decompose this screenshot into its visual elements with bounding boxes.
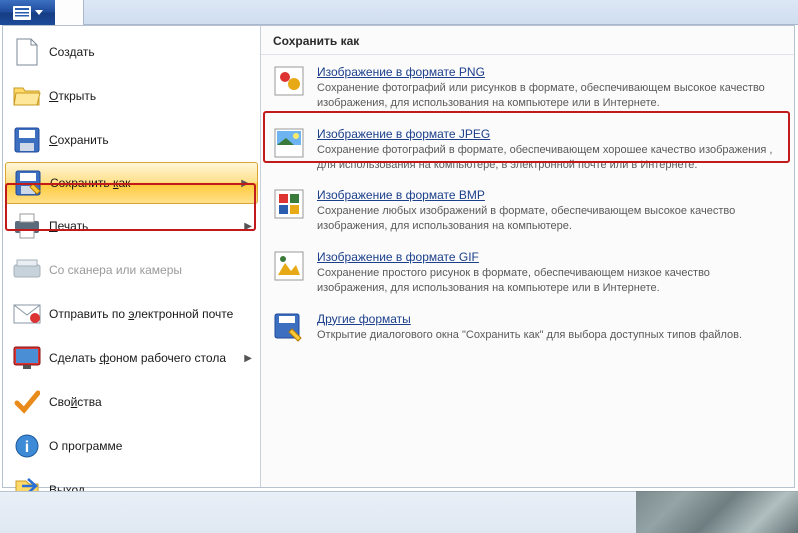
menu-item-properties[interactable]: Свойства <box>3 380 260 424</box>
gif-icon <box>273 250 305 282</box>
submenu-item-jpeg[interactable]: Изображение в формате JPEG Сохранение фо… <box>267 121 788 183</box>
submenu-item-title: Изображение в формате PNG <box>317 65 782 79</box>
menu-item-label: Сохранить <box>49 133 252 147</box>
chevron-right-icon: ▶ <box>244 353 252 364</box>
email-icon <box>13 300 41 328</box>
submenu-item-gif[interactable]: Изображение в формате GIF Сохранение про… <box>267 244 788 306</box>
menu-item-save-as[interactable]: Сохранить как ▶ <box>5 162 258 204</box>
menu-item-about[interactable]: i О программе <box>3 424 260 468</box>
menu-item-send-email[interactable]: Отправить по электронной почте <box>3 292 260 336</box>
menu-item-save[interactable]: Сохранить <box>3 118 260 162</box>
submenu-item-desc: Открытие диалогового окна "Сохранить как… <box>317 328 782 343</box>
ribbon-tab-home[interactable] <box>55 0 84 25</box>
chevron-right-icon: ▶ <box>241 178 249 189</box>
submenu-item-desc: Сохранение простого рисунок в формате, о… <box>317 266 782 296</box>
submenu-item-title: Другие форматы <box>317 312 782 326</box>
submenu-item-png[interactable]: Изображение в формате PNG Сохранение фот… <box>267 59 788 121</box>
menu-item-label: Сделать фоном рабочего стола <box>49 351 244 365</box>
desktop-icon <box>13 344 41 372</box>
app-menu-dropdown: Создать Открыть Сохранить Сохранить как … <box>2 25 795 488</box>
chevron-down-icon <box>35 10 43 16</box>
menu-item-label: Свойства <box>49 395 252 409</box>
menu-item-label: Сохранить как <box>50 176 241 190</box>
save-icon <box>13 126 41 154</box>
canvas-preview <box>636 491 798 533</box>
submenu-list: Изображение в формате PNG Сохранение фот… <box>261 55 794 358</box>
menu-item-label: Отправить по электронной почте <box>49 307 252 321</box>
new-document-icon <box>13 38 41 66</box>
menu-item-label: Создать <box>49 45 252 59</box>
svg-text:i: i <box>25 439 29 456</box>
menu-item-label: Со сканера или камеры <box>49 263 252 277</box>
submenu-item-other[interactable]: Другие форматы Открытие диалогового окна… <box>267 306 788 354</box>
jpeg-icon <box>273 127 305 159</box>
menu-item-wallpaper[interactable]: Сделать фоном рабочего стола ▶ <box>3 336 260 380</box>
chevron-right-icon: ▶ <box>244 221 252 232</box>
submenu-item-title: Изображение в формате BMP <box>317 188 782 202</box>
submenu-item-bmp[interactable]: Изображение в формате BMP Сохранение люб… <box>267 182 788 244</box>
menu-item-open[interactable]: Открыть <box>3 74 260 118</box>
menu-item-print[interactable]: Печать ▶ <box>3 204 260 248</box>
submenu-item-desc: Сохранение фотографий или рисунков в фор… <box>317 81 782 111</box>
scanner-icon <box>13 256 41 284</box>
menu-item-label: О программе <box>49 439 252 453</box>
menu-item-create[interactable]: Создать <box>3 30 260 74</box>
png-icon <box>273 65 305 97</box>
menu-item-label: Открыть <box>49 89 252 103</box>
menu-left-pane: Создать Открыть Сохранить Сохранить как … <box>3 26 261 487</box>
submenu-item-title: Изображение в формате GIF <box>317 250 782 264</box>
folder-open-icon <box>13 82 41 110</box>
checkmark-icon <box>13 388 41 416</box>
menu-item-scanner: Со сканера или камеры <box>3 248 260 292</box>
menu-item-label: Печать <box>49 219 244 233</box>
bmp-icon <box>273 188 305 220</box>
status-bar <box>0 491 798 533</box>
printer-icon <box>13 212 41 240</box>
document-icon <box>13 6 31 20</box>
submenu-pane: Сохранить как Изображение в формате PNG … <box>261 26 794 487</box>
app-menu-button[interactable] <box>0 0 55 25</box>
submenu-item-title: Изображение в формате JPEG <box>317 127 782 141</box>
info-icon: i <box>13 432 41 460</box>
submenu-item-desc: Сохранение любых изображений в формате, … <box>317 204 782 234</box>
save-as-icon <box>14 169 42 197</box>
submenu-item-desc: Сохранение фотографий в формате, обеспеч… <box>317 143 782 173</box>
submenu-title: Сохранить как <box>261 26 794 55</box>
ribbon-bar <box>0 0 798 25</box>
other-formats-icon <box>273 312 305 344</box>
